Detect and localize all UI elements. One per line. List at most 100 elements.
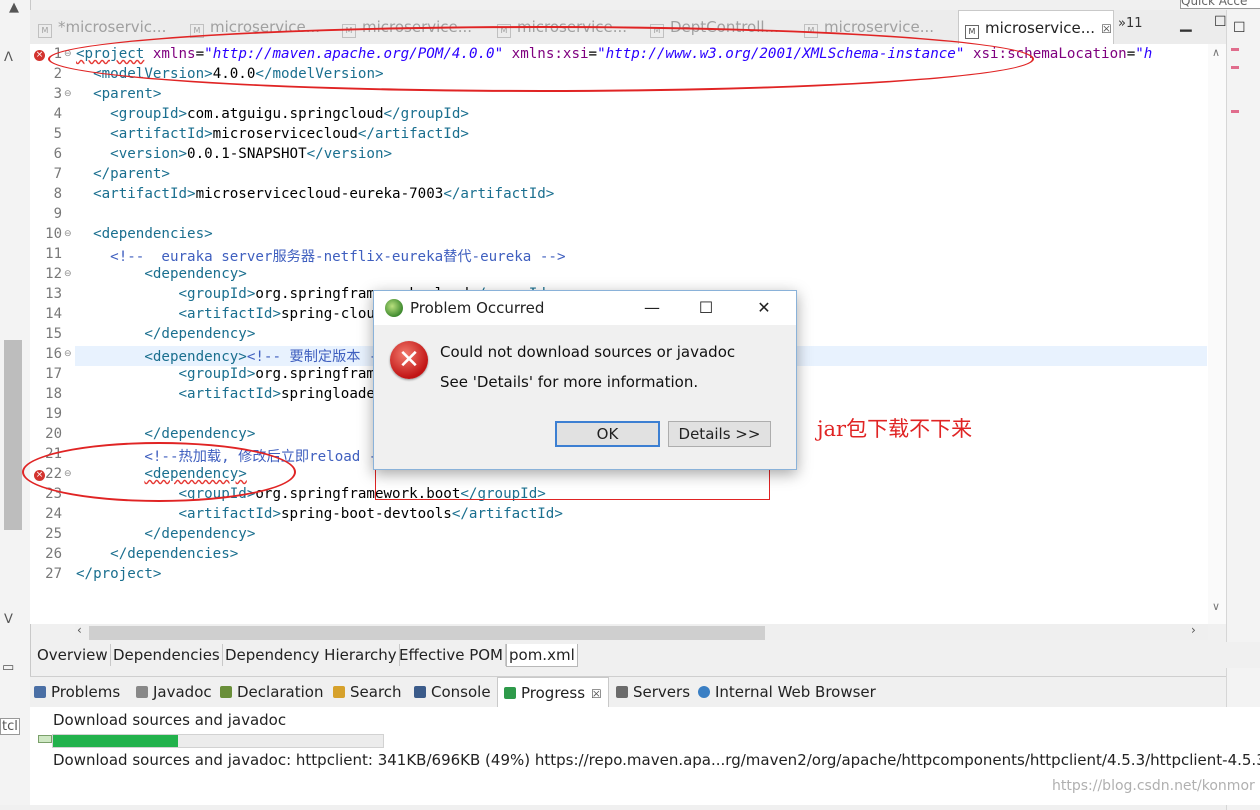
code-line[interactable]: </dependencies> bbox=[76, 546, 238, 562]
fold-toggle-icon[interactable]: ⊖ bbox=[64, 269, 72, 279]
editor-tab-label: *microservic... bbox=[58, 18, 167, 36]
progress-task-title: Download sources and javadoc bbox=[53, 711, 287, 729]
close-tab-icon[interactable]: ☒ bbox=[1101, 22, 1112, 36]
scroll-left-icon[interactable]: ‹ bbox=[77, 623, 82, 637]
code-line[interactable]: <artifactId>microservicecloud-eureka-700… bbox=[76, 186, 554, 202]
scroll-up-icon[interactable]: ᐱ bbox=[4, 50, 13, 65]
line-number: 8 bbox=[53, 186, 62, 202]
code-line[interactable]: </dependency> bbox=[76, 326, 255, 342]
search-icon bbox=[333, 686, 345, 698]
minimize-icon[interactable]: ▭ bbox=[2, 660, 14, 675]
fold-toggle-icon[interactable]: ⊖ bbox=[64, 229, 72, 239]
view-tab-label: Problems bbox=[51, 683, 121, 701]
code-line[interactable]: <dependency><!-- 要制定版本 --> bbox=[76, 346, 394, 366]
line-number: 16 bbox=[45, 346, 62, 362]
quick-access-input[interactable]: Quick Acce bbox=[1180, 0, 1260, 9]
error-icon: ✕ bbox=[390, 341, 428, 379]
view-tab[interactable]: Search bbox=[333, 677, 402, 707]
line-number: 12 bbox=[45, 266, 62, 282]
left-strip-field[interactable]: tcl bbox=[0, 718, 20, 735]
details-button[interactable]: Details >> bbox=[668, 421, 771, 447]
code-line[interactable]: <groupId>com.atguigu.springcloud</groupI… bbox=[76, 106, 469, 122]
view-tab[interactable]: Internal Web Browser bbox=[698, 677, 876, 707]
code-line[interactable]: <parent> bbox=[76, 86, 161, 102]
view-tab-label: Servers bbox=[633, 683, 691, 701]
ok-button[interactable]: OK bbox=[555, 421, 660, 447]
line-number: 5 bbox=[53, 126, 62, 142]
editor-vertical-scrollbar[interactable]: ∧ ∨ bbox=[1208, 44, 1226, 624]
scroll-down-icon[interactable]: ᐯ bbox=[4, 612, 13, 627]
javadoc-icon bbox=[136, 686, 148, 698]
code-line[interactable]: <artifactId>microservicecloud</artifactI… bbox=[76, 126, 469, 142]
overview-error-marker[interactable] bbox=[1231, 110, 1239, 113]
minimize-editor-icon[interactable]: ▁ bbox=[1180, 14, 1192, 32]
declaration-icon bbox=[220, 686, 232, 698]
dialog-maximize-button[interactable]: ☐ bbox=[686, 295, 726, 321]
view-tab-label: Declaration bbox=[237, 683, 324, 701]
line-number: 26 bbox=[45, 546, 62, 562]
overview-error-marker[interactable] bbox=[1231, 66, 1239, 69]
code-line[interactable]: </parent> bbox=[76, 166, 170, 182]
pom-tab[interactable]: pom.xml bbox=[506, 644, 578, 667]
globe-icon bbox=[698, 686, 710, 698]
left-scrollbar-thumb[interactable] bbox=[4, 340, 22, 530]
fold-toggle-icon[interactable]: ⊖ bbox=[64, 89, 72, 99]
line-number: 6 bbox=[53, 146, 62, 162]
editor-tab[interactable]: Mmicroservice... ☒ bbox=[958, 10, 1114, 45]
code-line[interactable]: <!-- euraka server服务器-netflix-eureka替代-e… bbox=[76, 246, 565, 266]
dialog-minimize-button[interactable]: — bbox=[632, 295, 672, 321]
dialog-detail-hint: See 'Details' for more information. bbox=[440, 373, 699, 391]
left-panel-strip: ▲ ᐱ ᐯ ▭ tcl bbox=[0, 0, 31, 805]
tab-overflow-indicator[interactable]: »11 bbox=[1118, 16, 1143, 31]
view-tab-label: Search bbox=[350, 683, 402, 701]
overview-error-marker[interactable] bbox=[1231, 48, 1239, 51]
pom-tab[interactable]: Dependency Hierarchy bbox=[223, 644, 400, 666]
pom-tab[interactable]: Overview bbox=[35, 644, 111, 666]
scroll-right-icon[interactable]: › bbox=[1191, 623, 1196, 637]
progress-bar bbox=[52, 734, 384, 748]
code-line[interactable]: <dependencies> bbox=[76, 226, 213, 242]
line-number: 19 bbox=[45, 406, 62, 422]
view-tab[interactable]: Declaration bbox=[220, 677, 323, 707]
maximize-icon[interactable]: ☐ bbox=[1233, 20, 1246, 36]
annotation-ellipse-top bbox=[48, 26, 1034, 92]
line-number: 14 bbox=[45, 306, 62, 322]
dialog-title-bar[interactable]: Problem Occurred — ☐ ✕ bbox=[374, 291, 796, 325]
view-tab-label: Progress bbox=[521, 684, 586, 702]
view-tab[interactable]: Problems bbox=[34, 677, 120, 707]
line-number: 27 bbox=[45, 566, 62, 582]
pom-tab[interactable]: Effective POM bbox=[397, 644, 507, 666]
progress-task-detail: Download sources and javadoc: httpclient… bbox=[53, 751, 1260, 769]
view-tab[interactable]: Servers bbox=[616, 677, 690, 707]
code-line[interactable]: <dependency> bbox=[76, 266, 247, 282]
view-tab[interactable]: Console bbox=[414, 677, 491, 707]
arrow-up-icon[interactable]: ▲ bbox=[9, 0, 19, 15]
watermark: https://blog.csdn.net/konmor bbox=[1052, 778, 1255, 794]
pom-tab[interactable]: Dependencies bbox=[111, 644, 223, 666]
fold-toggle-icon[interactable]: ⊖ bbox=[64, 349, 72, 359]
code-line[interactable]: </dependency> bbox=[76, 526, 255, 542]
maven-file-icon: M bbox=[38, 24, 52, 38]
maven-file-icon: M bbox=[965, 25, 979, 39]
progress-bar-fill bbox=[53, 735, 179, 747]
code-line[interactable]: </project> bbox=[76, 566, 161, 582]
problems-icon bbox=[34, 686, 46, 698]
error-marker-icon[interactable]: × bbox=[34, 50, 45, 61]
dialog-close-button[interactable]: ✕ bbox=[744, 295, 784, 321]
code-line[interactable]: <artifactId>spring-boot-devtools</artifa… bbox=[76, 506, 563, 522]
scroll-up-arrow-icon[interactable]: ∧ bbox=[1212, 46, 1220, 59]
pom-editor-tabs: Overview Dependencies Dependency Hierarchy… bbox=[32, 642, 1260, 668]
code-line[interactable]: <version>0.0.1-SNAPSHOT</version> bbox=[76, 146, 392, 162]
line-number: 13 bbox=[45, 286, 62, 302]
close-view-icon[interactable]: ☒ bbox=[591, 687, 602, 701]
line-number: 9 bbox=[53, 206, 62, 222]
line-number: 25 bbox=[45, 526, 62, 542]
view-tab[interactable]: Progress ☒ bbox=[497, 677, 609, 708]
scroll-down-arrow-icon[interactable]: ∨ bbox=[1212, 600, 1220, 613]
line-number: 2 bbox=[53, 66, 62, 82]
editor-horizontal-scrollbar[interactable]: ‹ › bbox=[75, 623, 1208, 640]
view-tab[interactable]: Javadoc bbox=[136, 677, 212, 707]
maximize-editor-icon[interactable]: ☐ bbox=[1214, 14, 1227, 30]
horizontal-scroll-thumb[interactable] bbox=[89, 626, 765, 640]
code-line[interactable]: </dependency> bbox=[76, 426, 255, 442]
